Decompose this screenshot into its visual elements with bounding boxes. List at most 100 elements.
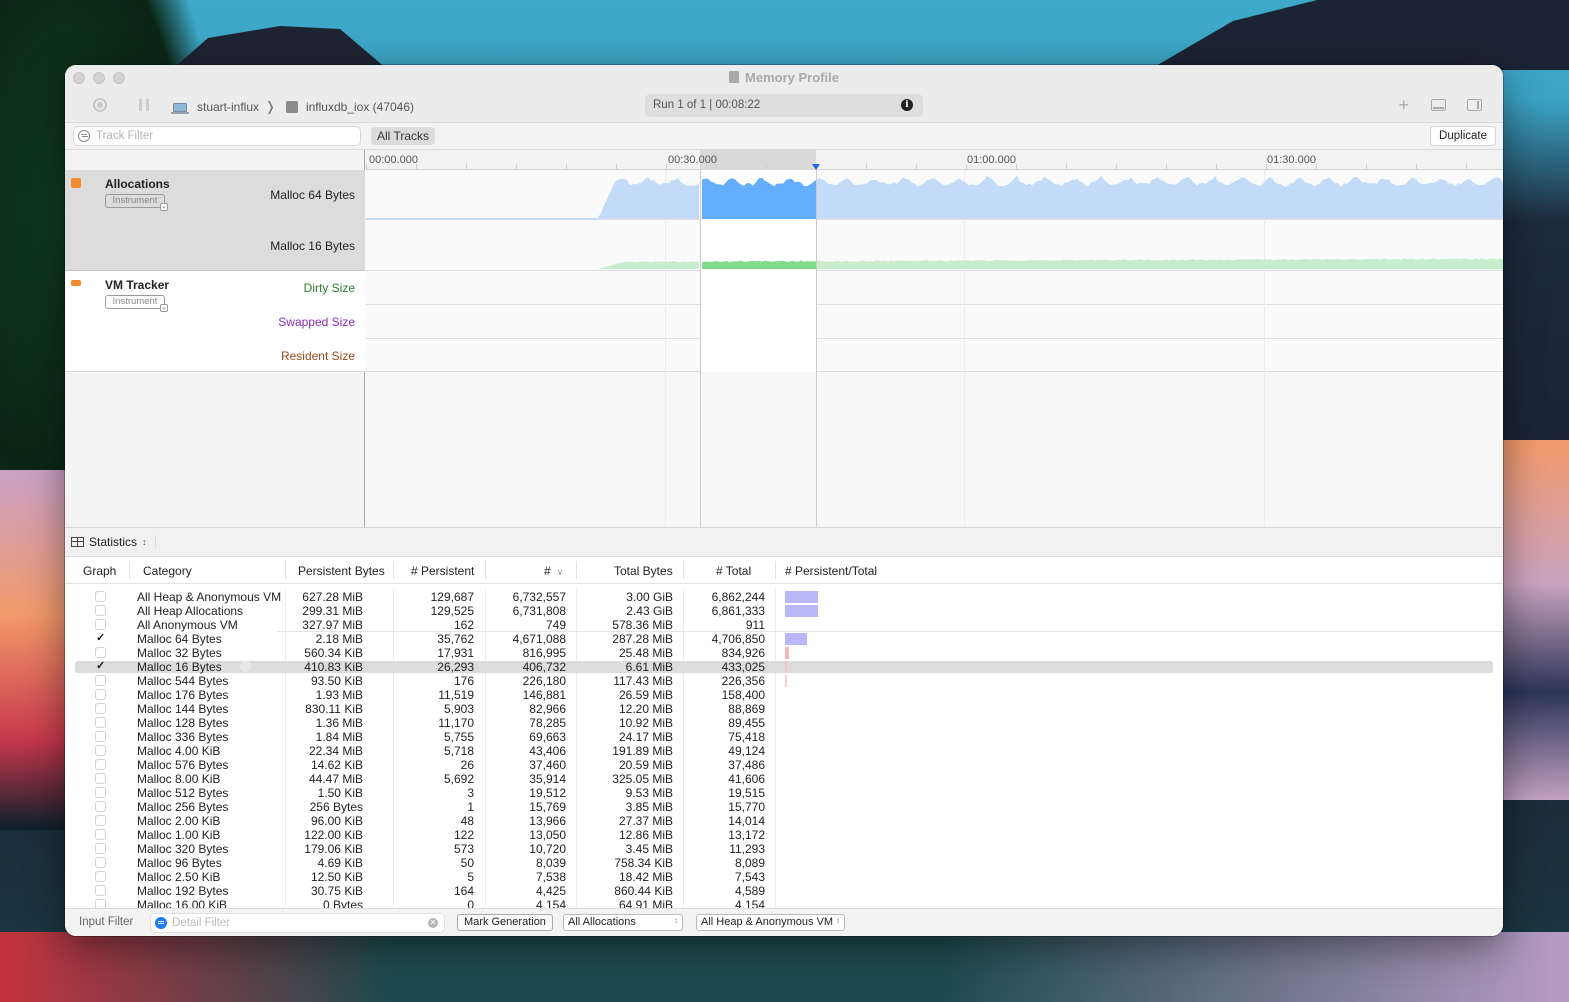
column-persistent[interactable]: # Persistent: [411, 564, 474, 578]
graph-area[interactable]: [366, 170, 1503, 527]
column-divider[interactable]: [129, 561, 130, 579]
column-category[interactable]: Category: [143, 564, 192, 578]
graph-checkbox[interactable]: [95, 871, 106, 882]
graph-checkbox[interactable]: [95, 731, 106, 742]
heap-scope-popup[interactable]: All Heap & Anonymous VM ↕: [696, 914, 845, 931]
target-selector[interactable]: stuart-influx ❭ influxdb_iox (47046): [171, 99, 414, 115]
table-row[interactable]: Malloc 1.00 KiB 122.00 KiB 122 13,050 12.86 …: [65, 828, 1503, 842]
column-divider[interactable]: [576, 561, 577, 579]
time-ruler[interactable]: 00:00.000 00:30.000 01:00.000 01:30.000: [366, 150, 1503, 170]
chevron-down-icon[interactable]: ⌄: [160, 203, 168, 211]
graph-checkbox[interactable]: ✓: [95, 633, 106, 644]
table-row[interactable]: Malloc 256 Bytes 256 Bytes 1 15,769 3.85 MiB…: [65, 800, 1503, 814]
column-divider[interactable]: [775, 561, 776, 579]
table-row[interactable]: Malloc 2.50 KiB 12.50 KiB 5 7,538 18.42 MiB 7…: [65, 870, 1503, 884]
table-row[interactable]: Malloc 576 Bytes 14.62 KiB 26 37,460 20.59 M…: [65, 758, 1503, 772]
table-row[interactable]: Malloc 128 Bytes 1.36 MiB 11,170 78,285 10.9…: [65, 716, 1503, 730]
graph-checkbox[interactable]: [95, 675, 106, 686]
table-row[interactable]: Malloc 336 Bytes 1.84 MiB 5,755 69,663 24.17…: [65, 730, 1503, 744]
graph-checkbox[interactable]: [95, 759, 106, 770]
column-divider[interactable]: [683, 561, 684, 579]
cell-category: Malloc 32 Bytes: [137, 646, 222, 660]
graph-checkbox[interactable]: ✓: [95, 661, 106, 672]
series-label-malloc-16: Malloc 16 Bytes: [270, 239, 355, 253]
table-row[interactable]: Malloc 96 Bytes 4.69 KiB 50 8,039 758.34 KiB…: [65, 856, 1503, 870]
graph-checkbox[interactable]: [95, 885, 106, 896]
table-row[interactable]: Malloc 544 Bytes 93.50 KiB 176 226,180 117.4…: [65, 674, 1503, 688]
record-button[interactable]: [93, 98, 107, 112]
pause-button[interactable]: [139, 99, 149, 111]
clear-icon[interactable]: ✕: [428, 918, 438, 928]
allocations-track-header[interactable]: Allocations Instrument ⌄ Malloc 64 Bytes…: [65, 170, 365, 271]
track-filter-input[interactable]: Track Filter: [73, 126, 361, 146]
all-tracks-button[interactable]: All Tracks: [371, 127, 436, 145]
graph-checkbox[interactable]: [95, 815, 106, 826]
table-row[interactable]: Malloc 512 Bytes 1.50 KiB 3 19,512 9.53 MiB 1…: [65, 786, 1503, 800]
column-divider[interactable]: [393, 561, 394, 579]
cell-persistent-bytes: 627.28 MiB: [302, 590, 363, 604]
toggle-inspector-panel-icon[interactable]: [1467, 99, 1482, 111]
instrument-popup[interactable]: Instrument: [105, 194, 165, 208]
table-row[interactable]: ✓ Malloc 64 Bytes 2.18 MiB 35,762 4,671,088 2…: [65, 632, 1503, 646]
graph-checkbox[interactable]: [95, 787, 106, 798]
graph-checkbox[interactable]: [95, 591, 106, 602]
graph-checkbox[interactable]: [95, 605, 106, 616]
process-name[interactable]: influxdb_iox (47046): [306, 100, 414, 114]
cell-persistent-bytes: 96.00 KiB: [310, 814, 363, 828]
column-divider[interactable]: [485, 561, 486, 579]
column-total[interactable]: # Total: [716, 564, 751, 578]
graph-checkbox[interactable]: [95, 829, 106, 840]
column-graph[interactable]: Graph: [83, 564, 116, 578]
graph-checkbox[interactable]: [95, 843, 106, 854]
graph-checkbox[interactable]: [95, 857, 106, 868]
instrument-popup[interactable]: Instrument: [105, 295, 165, 309]
table-row[interactable]: Malloc 2.00 KiB 96.00 KiB 48 13,966 27.37 Mi…: [65, 814, 1503, 828]
graph-checkbox[interactable]: [95, 647, 106, 658]
table-row[interactable]: ✓ Malloc 16 Bytes 410.83 KiB 26,293 406,732 6…: [65, 660, 1503, 674]
table-row[interactable]: Malloc 144 Bytes 830.11 KiB 5,903 82,966 12.…: [65, 702, 1503, 716]
toggle-detail-panel-icon[interactable]: [1431, 99, 1446, 111]
graph-checkbox[interactable]: [95, 801, 106, 812]
table-row[interactable]: Malloc 4.00 KiB 22.34 MiB 5,718 43,406 191.8…: [65, 744, 1503, 758]
ruler-selection[interactable]: [700, 150, 816, 170]
cell-total: 11,293: [729, 842, 765, 856]
column-persistent-total[interactable]: # Persistent/Total: [785, 564, 877, 578]
time-tick: 01:00.000: [967, 154, 1016, 166]
cell-total-bytes: 3.45 MiB: [625, 842, 673, 856]
graph-checkbox[interactable]: [95, 745, 106, 756]
focus-arrow-icon[interactable]: [240, 661, 251, 672]
graph-checkbox[interactable]: [95, 689, 106, 700]
info-icon[interactable]: i: [901, 99, 913, 111]
run-status[interactable]: Run 1 of 1 | 00:08:22 i: [645, 94, 923, 117]
column-total-bytes[interactable]: Total Bytes: [614, 564, 673, 578]
cell-category: All Anonymous VM: [137, 618, 238, 632]
graph-checkbox[interactable]: [95, 619, 106, 630]
series-label-resident-size: Resident Size: [280, 349, 355, 363]
chevron-down-icon[interactable]: ⌄: [160, 304, 168, 312]
cell-persistent-bytes: 2.18 MiB: [315, 632, 363, 646]
add-instrument-button[interactable]: +: [1398, 95, 1409, 116]
graph-checkbox[interactable]: [95, 773, 106, 784]
table-row[interactable]: All Heap & Anonymous VM 627.28 MiB 129,687…: [65, 590, 1503, 604]
column-count[interactable]: # ∨: [544, 564, 563, 578]
device-name[interactable]: stuart-influx: [197, 100, 259, 114]
detail-view-selector[interactable]: Statistics ↕: [71, 535, 156, 549]
allocation-scope-popup[interactable]: All Allocations ↕: [563, 914, 683, 931]
table-row[interactable]: Malloc 320 Bytes 179.06 KiB 573 10,720 3.45 …: [65, 842, 1503, 856]
table-row[interactable]: All Anonymous VM 327.97 MiB 162 749 578.36 M…: [65, 618, 1503, 632]
vm-tracker-track-header[interactable]: VM Tracker Instrument ⌄ Dirty Size Swapp…: [65, 271, 365, 372]
table-row[interactable]: Malloc 32 Bytes 560.34 KiB 17,931 816,995 25…: [65, 646, 1503, 660]
table-row[interactable]: Malloc 192 Bytes 30.75 KiB 164 4,425 860.44 …: [65, 884, 1503, 898]
mark-generation-button[interactable]: Mark Generation: [457, 914, 553, 931]
column-persistent-bytes[interactable]: Persistent Bytes: [298, 564, 385, 578]
table-row[interactable]: All Heap Allocations 299.31 MiB 129,525 6,7…: [65, 604, 1503, 618]
table-row[interactable]: Malloc 8.00 KiB 44.47 MiB 5,692 35,914 325.0…: [65, 772, 1503, 786]
ruler-minor-tick: [1266, 164, 1267, 169]
graph-checkbox[interactable]: [95, 703, 106, 714]
duplicate-button[interactable]: Duplicate: [1430, 126, 1496, 146]
cell-persistent-bytes: 12.50 KiB: [310, 870, 363, 884]
column-divider[interactable]: [285, 561, 286, 579]
detail-filter-input[interactable]: Detail Filter ✕: [150, 913, 445, 933]
table-row[interactable]: Malloc 176 Bytes 1.93 MiB 11,519 146,881 26.…: [65, 688, 1503, 702]
graph-checkbox[interactable]: [95, 717, 106, 728]
